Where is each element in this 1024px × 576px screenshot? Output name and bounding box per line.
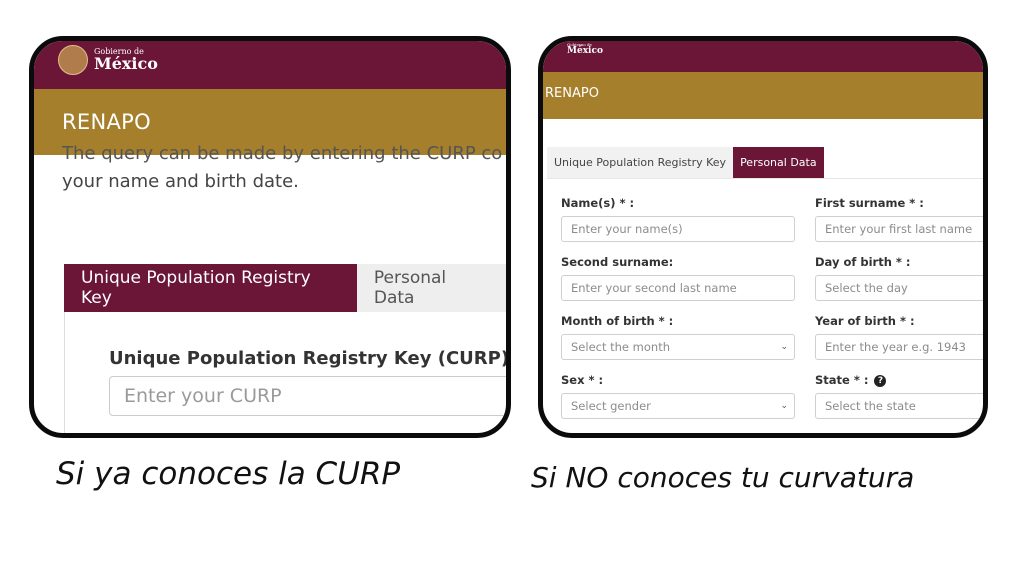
state-label-wrap: State * : ?	[815, 373, 887, 387]
sex-label: Sex * :	[561, 373, 604, 387]
intro-text-cut-line: The query can be made by entering the CU…	[62, 143, 503, 164]
curp-known-screenshot: Gobierno de México RENAPO The query can …	[29, 36, 511, 438]
logo-big-text: México	[94, 54, 158, 73]
first-surname-label: First surname * :	[815, 196, 924, 210]
gobierno-mexico-logo[interactable]: Gobierno de México	[58, 45, 158, 75]
search-mode-tabs: Unique Population Registry Key Personal …	[547, 147, 824, 178]
tab-curp[interactable]: Unique Population Registry Key	[64, 264, 357, 312]
personal-data-form: Name(s) * : Enter your name(s) First sur…	[547, 178, 983, 433]
curp-form: Unique Population Registry Key (CURP) * …	[64, 312, 511, 433]
tab-curp[interactable]: Unique Population Registry Key	[547, 147, 734, 178]
sex-select[interactable]: Select gender ⌄	[561, 393, 795, 419]
page-title: RENAPO	[62, 110, 151, 134]
day-label: Day of birth * :	[815, 255, 911, 269]
search-mode-tabs: Unique Population Registry Key Personal …	[64, 264, 506, 312]
personal-data-screenshot: Gobierno de México RENAPO Unique Populat…	[538, 36, 988, 438]
second-surname-input[interactable]: Enter your second last name	[561, 275, 795, 301]
names-label: Name(s) * :	[561, 196, 635, 210]
chevron-down-icon: ⌄	[780, 401, 788, 411]
curp-input[interactable]: Enter your CURP	[109, 376, 506, 416]
renapo-banner: RENAPO	[543, 72, 983, 119]
gov-header-bar: Gobierno de México	[543, 41, 983, 72]
state-label: State * :	[815, 373, 869, 387]
sex-select-value: Select gender	[571, 399, 651, 413]
first-surname-input[interactable]: Enter your first last name	[815, 216, 983, 242]
chevron-down-icon: ⌄	[780, 342, 788, 352]
day-select[interactable]: Select the day	[815, 275, 983, 301]
question-circle-icon[interactable]: ?	[874, 374, 887, 387]
year-input[interactable]: Enter the year e.g. 1943	[815, 334, 983, 360]
month-select-value: Select the month	[571, 340, 670, 354]
gobierno-mexico-logo[interactable]: Gobierno de México	[567, 43, 603, 56]
tab-personal-data[interactable]: Personal Data	[733, 147, 824, 178]
logo-big-text: México	[567, 46, 603, 56]
month-label: Month of birth * :	[561, 314, 674, 328]
names-input[interactable]: Enter your name(s)	[561, 216, 795, 242]
caption-left: Si ya conoces la CURP	[56, 456, 401, 492]
coat-of-arms-icon	[58, 45, 88, 75]
year-label: Year of birth * :	[815, 314, 915, 328]
curp-label: Unique Population Registry Key (CURP) *	[109, 348, 511, 369]
gov-header-bar: Gobierno de México	[34, 41, 506, 89]
caption-right: Si NO conoces tu curvatura	[531, 461, 915, 494]
month-select[interactable]: Select the month ⌄	[561, 334, 795, 360]
intro-text-line: your name and birth date.	[62, 171, 299, 192]
state-select[interactable]: Select the state	[815, 393, 983, 419]
second-surname-label: Second surname:	[561, 255, 674, 269]
tab-personal-data[interactable]: Personal Data	[356, 264, 506, 312]
page-title: RENAPO	[545, 86, 599, 101]
